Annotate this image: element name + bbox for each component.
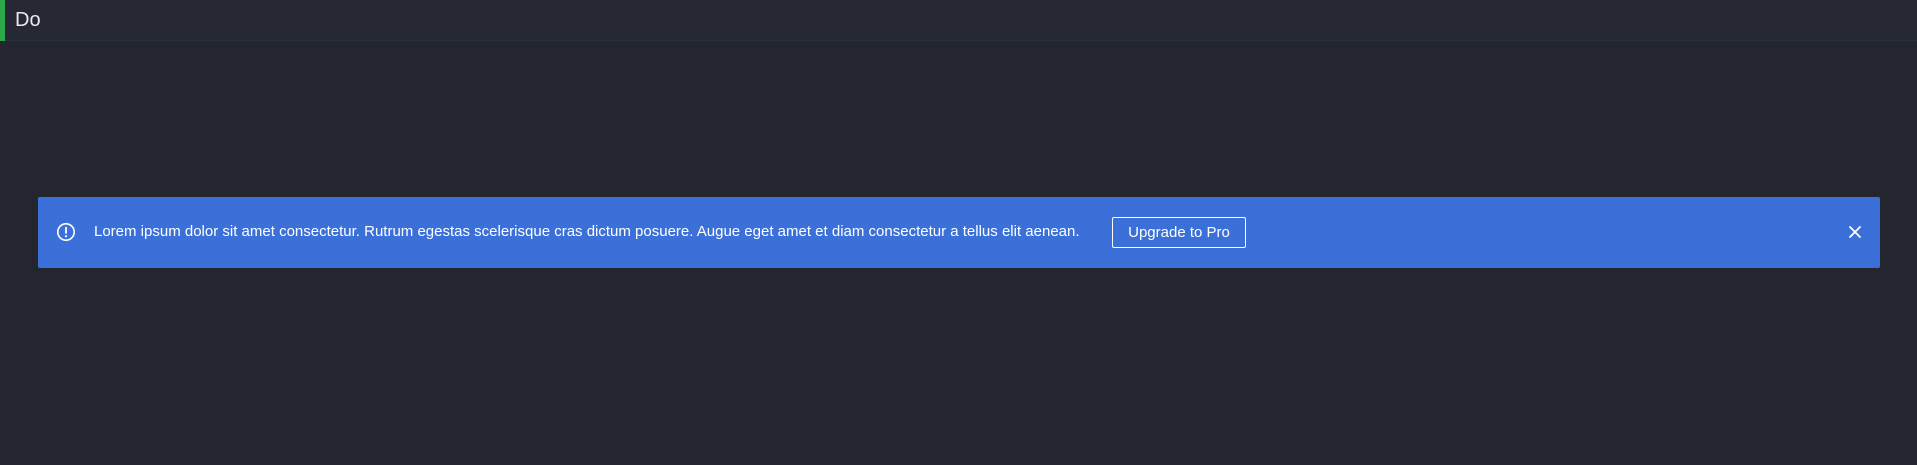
accent-strip	[0, 0, 5, 41]
upgrade-button[interactable]: Upgrade to Pro	[1112, 217, 1246, 248]
page-title: Do	[15, 9, 41, 31]
info-circle-icon	[56, 222, 76, 242]
close-icon[interactable]	[1847, 224, 1863, 240]
banner-message: Lorem ipsum dolor sit amet consectetur. …	[94, 223, 1080, 240]
top-bar: Do	[0, 0, 1917, 41]
promo-banner: Lorem ipsum dolor sit amet consectetur. …	[38, 197, 1880, 268]
